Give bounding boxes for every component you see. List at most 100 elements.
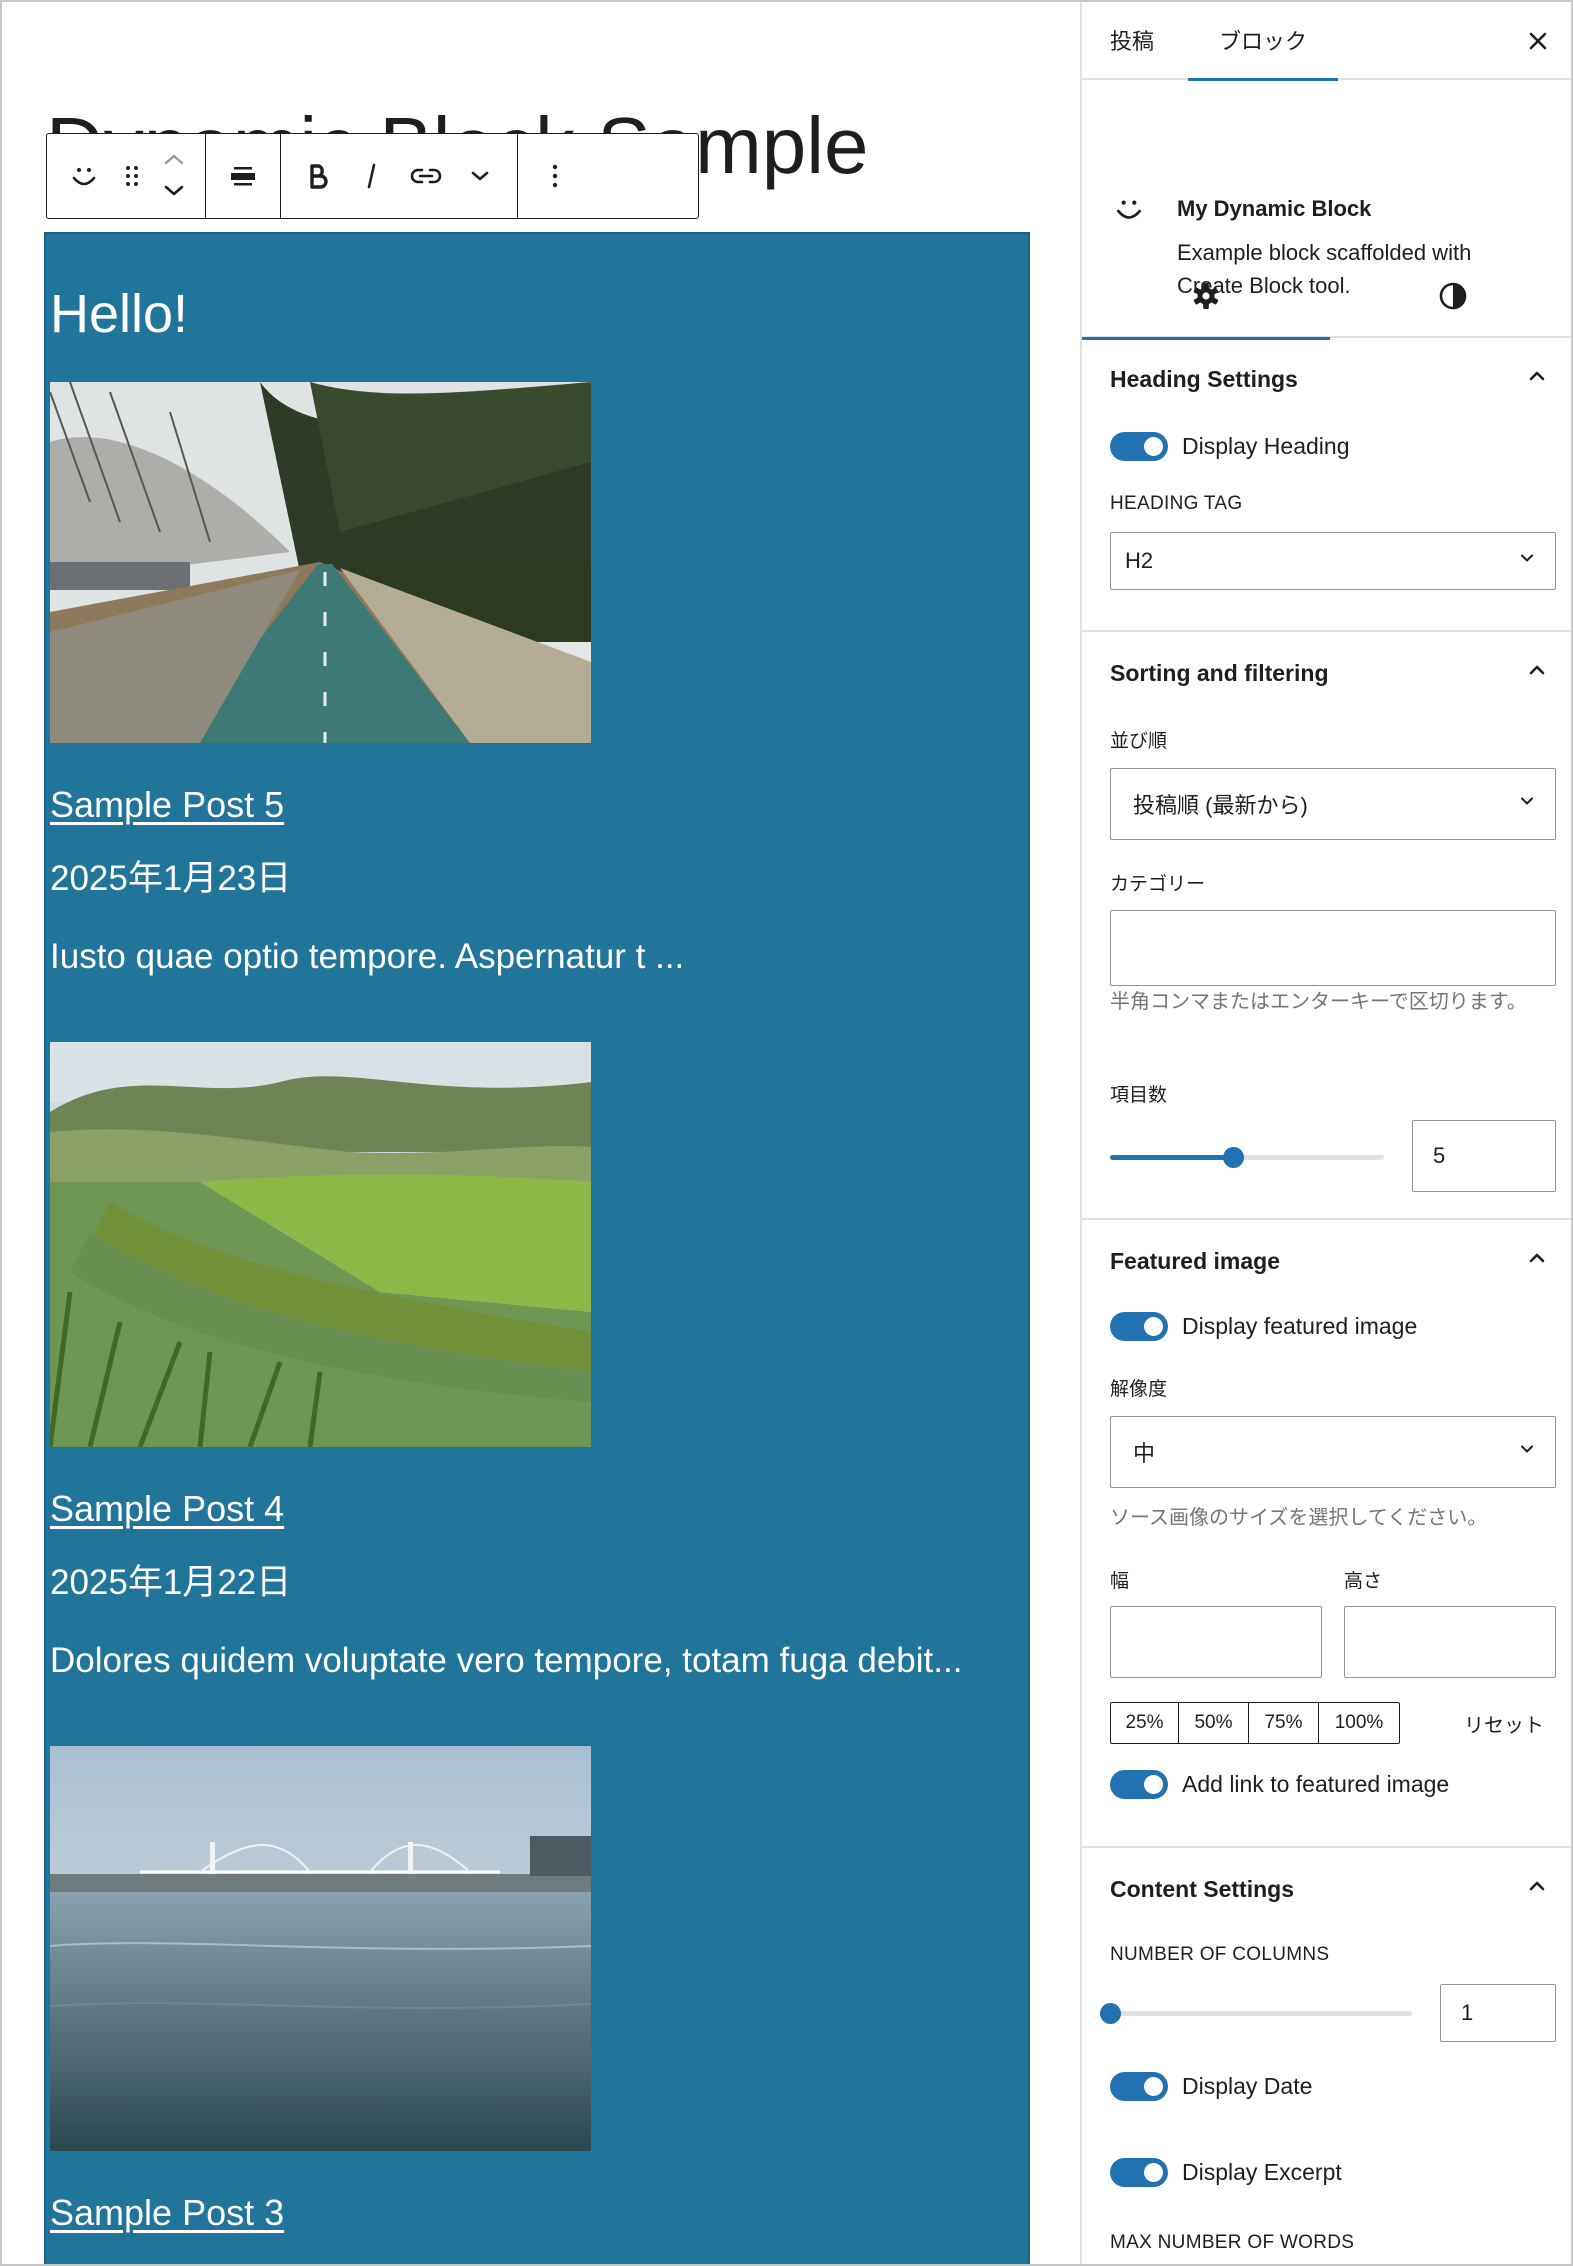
post-title-link[interactable]: Sample Post 4 (50, 1487, 284, 1530)
width-input[interactable] (1110, 1606, 1322, 1678)
display-featured-image-row: Display featured image (1110, 1312, 1417, 1341)
featured-image-flowers[interactable] (50, 1042, 591, 1447)
panel-featured-image-title[interactable]: Featured image (1110, 1248, 1280, 1275)
columns-slider-thumb[interactable] (1100, 2003, 1121, 2024)
panel-sorting: Sorting and filtering 並び順 投稿順 (最新から) カテゴ… (1082, 632, 1571, 1220)
italic-button[interactable] (345, 146, 399, 206)
post-item: Sample Post 5 2025年1月23日 Iusto quae opti… (50, 382, 1010, 978)
display-excerpt-label: Display Excerpt (1182, 2159, 1342, 2185)
category-input[interactable] (1110, 910, 1556, 986)
tab-post[interactable]: 投稿 (1082, 2, 1188, 79)
more-vertical-icon (552, 164, 558, 188)
block-heading[interactable]: Hello! (50, 282, 188, 347)
display-featured-image-toggle[interactable] (1110, 1312, 1168, 1341)
chevron-down-icon (1517, 791, 1537, 817)
height-input[interactable] (1344, 1606, 1556, 1678)
toolbar-group-format (281, 134, 518, 218)
chevron-down-icon (1517, 548, 1537, 574)
size-50-button[interactable]: 50% (1179, 1703, 1249, 1743)
toolbar-group-align (206, 134, 281, 218)
resolution-select[interactable]: 中 (1110, 1416, 1556, 1488)
reset-size-button[interactable]: リセット (1464, 1709, 1544, 1738)
panel-heading-settings: Heading Settings Display Heading HEADING… (1082, 338, 1571, 632)
chevron-up-icon[interactable] (1525, 1874, 1549, 1903)
dynamic-block[interactable]: Hello! Sample Post 5 2025年1月23日 Iusto qu… (44, 232, 1030, 2264)
move-up-down-buttons[interactable] (153, 146, 195, 206)
post-excerpt: Iusto quae optio tempore. Aspernatur t .… (50, 937, 685, 977)
chevron-up-down-icon (164, 154, 184, 196)
max-words-label: MAX NUMBER OF WORDS (1110, 2232, 1355, 2253)
size-25-button[interactable]: 25% (1111, 1703, 1179, 1743)
post-title-link[interactable]: Sample Post 3 (50, 2191, 284, 2234)
display-heading-toggle-row: Display Heading (1110, 432, 1349, 461)
panel-content-settings-title[interactable]: Content Settings (1110, 1876, 1294, 1903)
heading-tag-select[interactable]: H2 (1110, 532, 1556, 590)
inspector-tabs (1082, 254, 1572, 340)
count-input[interactable]: 5 (1412, 1120, 1556, 1192)
post-item: Sample Post 4 2025年1月22日 Dolores quidem … (50, 1042, 1010, 1682)
order-label: 並び順 (1110, 731, 1168, 752)
panel-sorting-title[interactable]: Sorting and filtering (1110, 660, 1329, 687)
tab-styles[interactable] (1330, 254, 1572, 338)
count-slider[interactable] (1110, 1147, 1384, 1168)
bold-button[interactable] (291, 146, 345, 206)
toolbar-group-options (518, 134, 592, 218)
toolbar-group-block (47, 134, 206, 218)
drag-handle[interactable] (111, 146, 153, 206)
display-heading-label: Display Heading (1182, 433, 1350, 459)
size-preset-group: 25% 50% 75% 100% (1110, 1702, 1400, 1744)
post-excerpt: Dolores quidem voluptate vero tempore, t… (50, 1641, 963, 1681)
smiley-icon (1112, 192, 1146, 231)
post-date: 2025年1月22日 (50, 1563, 292, 1603)
sidebar-tabs: 投稿 ブロック (1082, 2, 1571, 81)
resolution-label: 解像度 (1110, 1379, 1168, 1400)
category-label: カテゴリー (1110, 874, 1206, 895)
options-button[interactable] (528, 146, 582, 206)
post-title-link[interactable]: Sample Post 5 (50, 783, 284, 826)
smiley-icon (72, 168, 96, 186)
more-rich-text-button[interactable] (453, 146, 507, 206)
gear-icon (1193, 283, 1219, 309)
display-excerpt-row: Display Excerpt (1110, 2158, 1342, 2187)
link-featured-image-row: Add link to featured image (1110, 1770, 1449, 1799)
resolution-value: 中 (1133, 1441, 1156, 1466)
size-75-button[interactable]: 75% (1249, 1703, 1319, 1743)
order-value: 投稿順 (最新から) (1133, 793, 1308, 818)
panel-content-settings: Content Settings NUMBER OF COLUMNS 1 Dis… (1082, 1848, 1571, 2264)
columns-slider[interactable] (1100, 2003, 1412, 2024)
bold-icon (310, 164, 328, 189)
featured-image-bay[interactable] (50, 1746, 591, 2151)
featured-image-road[interactable] (50, 382, 591, 743)
link-featured-image-label: Add link to featured image (1182, 1771, 1450, 1797)
chevron-up-icon[interactable] (1525, 658, 1549, 687)
count-slider-thumb[interactable] (1223, 1147, 1245, 1168)
display-excerpt-toggle[interactable] (1110, 2158, 1168, 2187)
tab-block[interactable]: ブロック (1188, 2, 1338, 81)
align-button[interactable] (216, 146, 270, 206)
link-featured-image-toggle[interactable] (1110, 1770, 1168, 1799)
order-select[interactable]: 投稿順 (最新から) (1110, 768, 1556, 840)
display-heading-toggle[interactable] (1110, 432, 1168, 461)
block-card: My Dynamic Block Example block scaffolde… (1082, 80, 1571, 298)
display-date-label: Display Date (1182, 2073, 1313, 2099)
chevron-up-icon[interactable] (1525, 364, 1549, 393)
align-center-icon (231, 167, 255, 186)
columns-label: NUMBER OF COLUMNS (1110, 1944, 1330, 1965)
heading-tag-value: H2 (1125, 548, 1154, 573)
block-toolbar (46, 133, 699, 219)
chevron-down-icon (1517, 1439, 1537, 1465)
drag-handle-icon (126, 166, 138, 186)
block-card-title: My Dynamic Block (1177, 196, 1372, 221)
columns-input[interactable]: 1 (1440, 1984, 1556, 2042)
block-type-button[interactable] (57, 146, 111, 206)
italic-icon (367, 163, 376, 189)
link-button[interactable] (399, 146, 453, 206)
tab-settings[interactable] (1082, 254, 1330, 340)
size-100-button[interactable]: 100% (1319, 1703, 1399, 1743)
close-button[interactable] (1519, 22, 1557, 60)
editor-window: Dynamic Block Sample (0, 0, 1573, 2266)
display-date-toggle[interactable] (1110, 2072, 1168, 2101)
heading-tag-label: HEADING TAG (1110, 493, 1243, 514)
chevron-up-icon[interactable] (1525, 1246, 1549, 1275)
panel-heading-settings-title[interactable]: Heading Settings (1110, 366, 1298, 393)
